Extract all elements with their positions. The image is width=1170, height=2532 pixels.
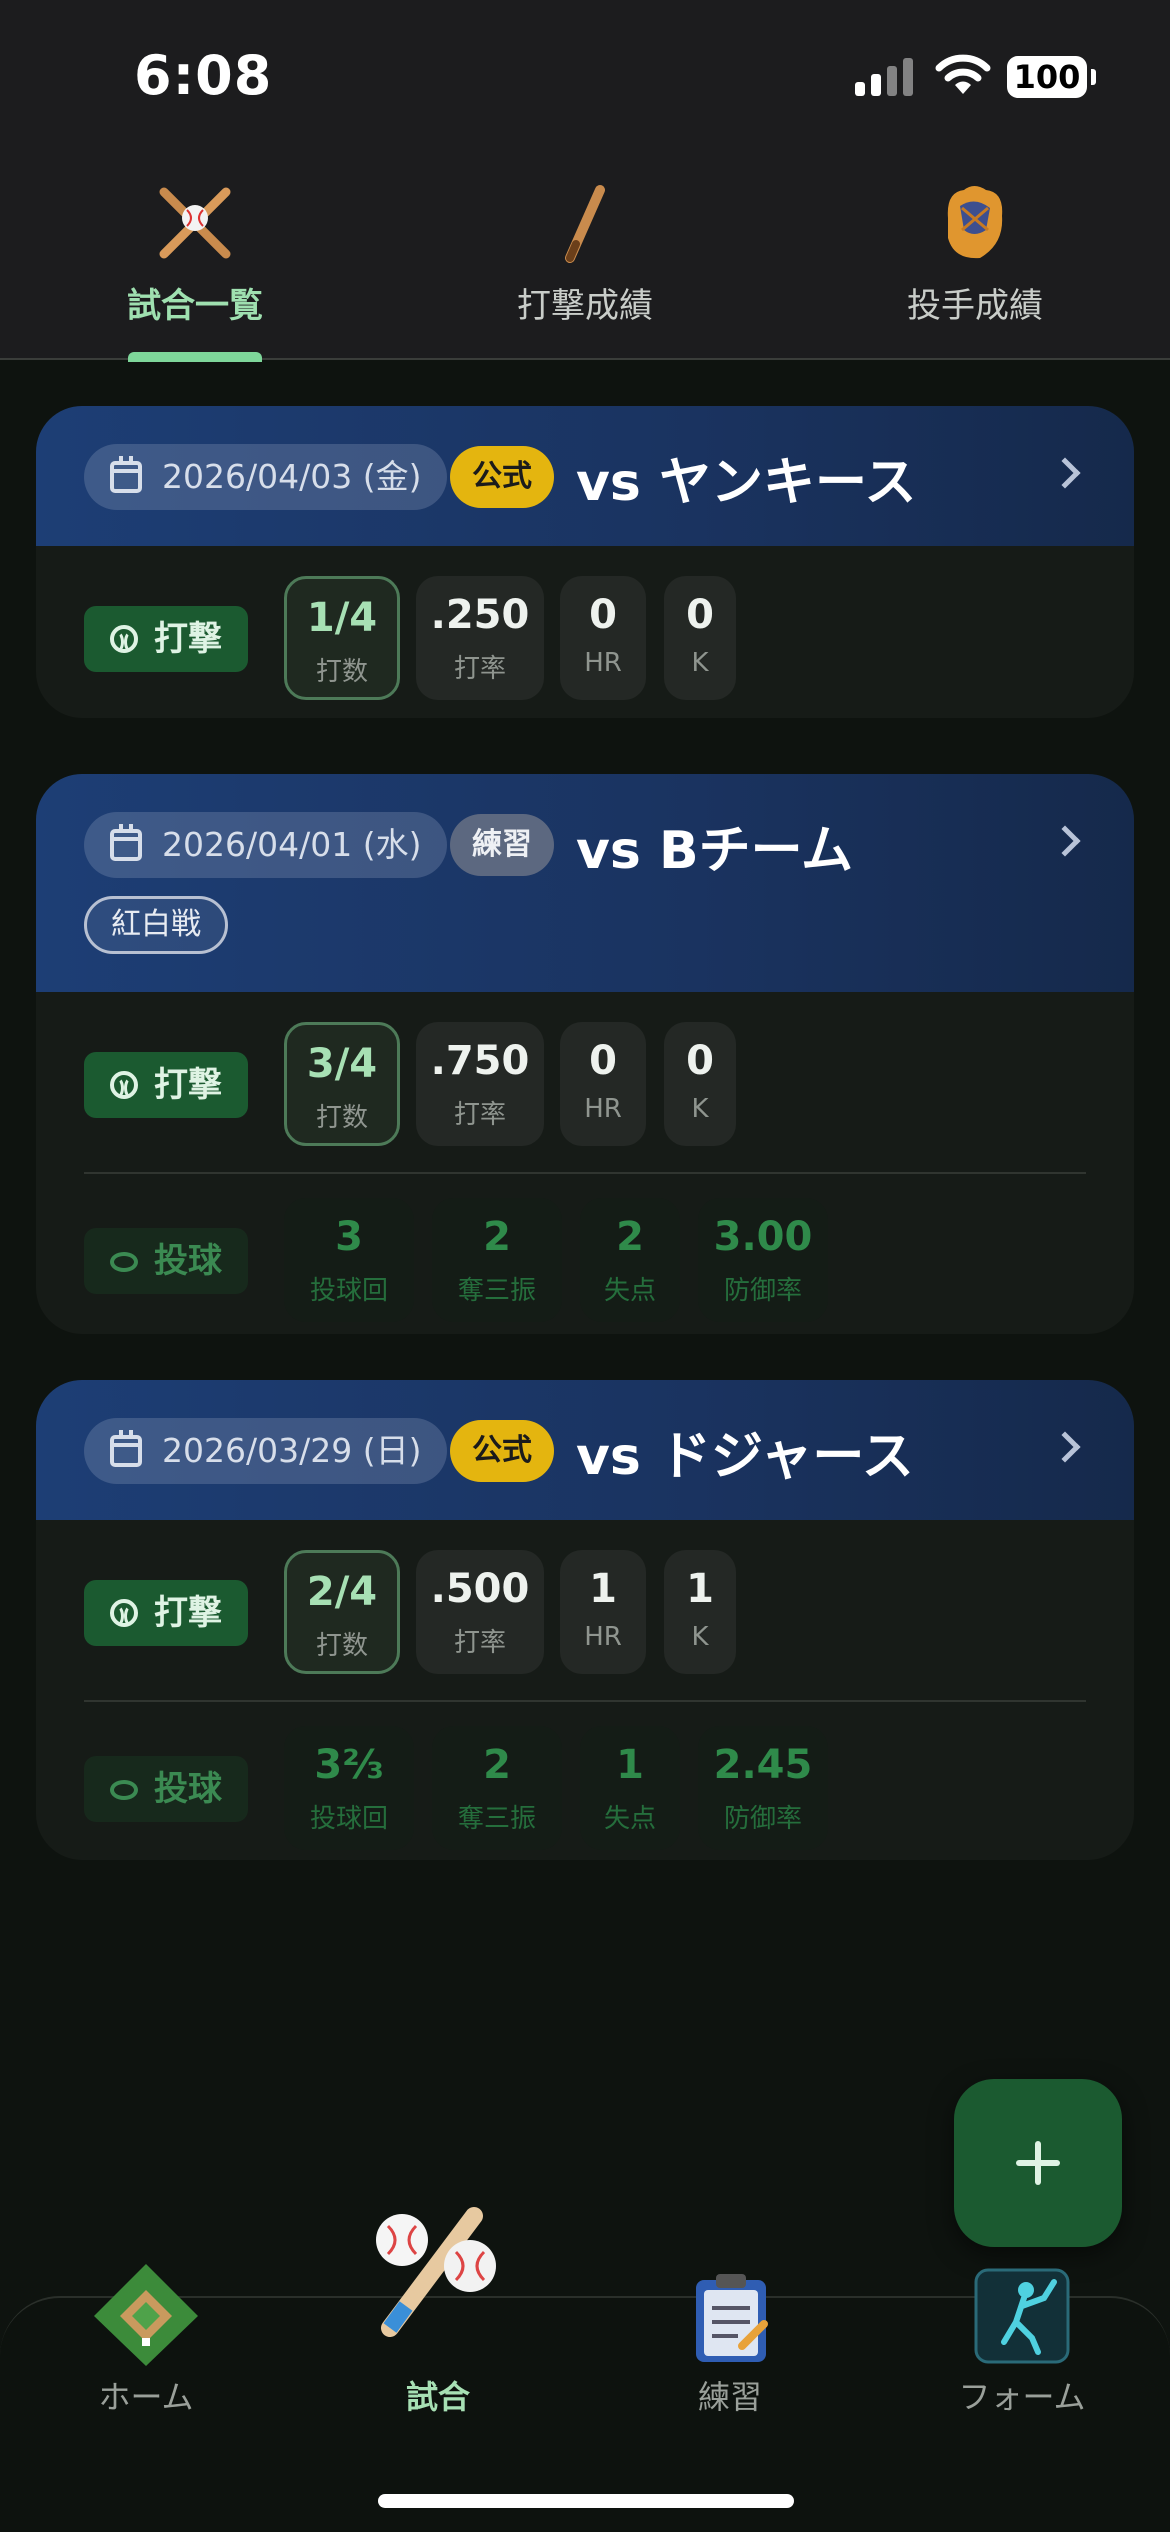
baseball-icon: [110, 1071, 138, 1099]
opponent-name: vs ヤンキース: [576, 453, 917, 513]
nav-label: フォーム: [958, 2378, 1086, 2416]
stat-at-bats: 3/4 打数: [284, 1022, 400, 1146]
game-tag: 紅白戦: [84, 896, 228, 954]
stat-k: 0K: [664, 576, 736, 700]
opponent-name: vs Bチーム: [576, 821, 854, 881]
baseball-icon: [110, 1599, 138, 1627]
glove-icon: [947, 186, 1003, 259]
tab-label: 打撃成績: [517, 286, 653, 326]
game-card[interactable]: 2026/03/29 (日) 公式 vs ドジャース 打撃 2/4 打数 .500…: [36, 1380, 1134, 1860]
stat-runs: 2 失点: [580, 1198, 680, 1322]
clipboard-icon: [696, 2274, 768, 2362]
game-card[interactable]: 2026/04/03 (金) 公式 vs ヤンキース 打撃 1/4 打数 .250…: [36, 406, 1134, 718]
calendar-icon: [110, 824, 142, 861]
game-card[interactable]: 2026/04/01 (水) 練習 vs Bチーム 紅白戦 打撃 3/4 打数 .…: [36, 774, 1134, 1334]
tab-label: 試合一覧: [127, 286, 263, 326]
stat-k: 1K: [664, 1550, 736, 1674]
home-indicator: [378, 2494, 794, 2508]
batting-badge: 打撃: [84, 606, 248, 672]
batting-stats-row: 打撃 3/4 打数 .750 打率 0 HR 0K: [36, 1022, 1134, 1146]
game-type-badge: 公式: [450, 1420, 554, 1482]
battery-icon: 100: [1007, 56, 1096, 98]
bat-and-balls-icon: [376, 2207, 496, 2337]
pitching-badge: 投球: [84, 1228, 248, 1294]
pitching-badge: 投球: [84, 1756, 248, 1822]
stat-era: 3.00 防御率: [698, 1198, 828, 1322]
stat-runs: 1 失点: [580, 1726, 680, 1850]
game-card-header[interactable]: 2026/03/29 (日) 公式 vs ドジャース: [36, 1380, 1134, 1520]
active-tab-indicator: [128, 352, 262, 362]
baseball-field-icon: [94, 2264, 198, 2366]
calendar-icon: [110, 1430, 142, 1467]
stat-hr: 1 HR: [560, 1550, 646, 1674]
batter-form-icon: [974, 2268, 1070, 2364]
game-date: 2026/03/29 (日): [84, 1418, 448, 1484]
divider: [84, 1700, 1086, 1702]
stat-at-bats: 2/4 打数: [284, 1550, 400, 1674]
game-card-header[interactable]: 2026/04/01 (水) 練習 vs Bチーム 紅白戦: [36, 774, 1134, 992]
signal-icon: [855, 58, 915, 96]
wifi-icon: [935, 54, 991, 94]
status-time: 6:08: [134, 44, 273, 107]
game-type-badge: 公式: [450, 446, 554, 508]
pitch-icon: [110, 1252, 138, 1272]
baseball-icon: [110, 625, 138, 653]
crossed-bats-icon: [159, 187, 231, 259]
stat-hr: 0 HR: [560, 1022, 646, 1146]
batting-badge: 打撃: [84, 1052, 248, 1118]
stat-innings: 3⅔ 投球回: [284, 1726, 414, 1850]
opponent-name: vs ドジャース: [576, 1427, 914, 1487]
divider: [84, 1172, 1086, 1174]
batting-badge: 打撃: [84, 1580, 248, 1646]
stat-avg: .500 打率: [416, 1550, 544, 1674]
game-type-badge: 練習: [450, 814, 554, 876]
pitch-icon: [110, 1780, 138, 1800]
stat-at-bats: 1/4 打数: [284, 576, 400, 700]
bat-icon: [565, 185, 605, 263]
stat-innings: 3 投球回: [284, 1198, 414, 1322]
tab-label: 投手成績: [907, 286, 1043, 326]
pitching-stats-row: 投球 3⅔ 投球回 2 奪三振 1 失点 2.45 防御率: [36, 1726, 1134, 1850]
game-card-header[interactable]: 2026/04/03 (金) 公式 vs ヤンキース: [36, 406, 1134, 546]
stat-hr: 0 HR: [560, 576, 646, 700]
stat-avg: .250 打率: [416, 576, 544, 700]
pitching-stats-row: 投球 3 投球回 2 奪三振 2 失点 3.00 防御率: [36, 1198, 1134, 1322]
batting-stats-row: 打撃 2/4 打数 .500 打率 1 HR 1K: [36, 1550, 1134, 1674]
stat-k: 0K: [664, 1022, 736, 1146]
batting-stats-row: 打撃 1/4 打数 .250 打率 0 HR 0K: [36, 576, 1134, 700]
stat-strikeouts: 2 奪三振: [432, 1198, 562, 1322]
stat-era: 2.45 防御率: [698, 1726, 828, 1850]
nav-label: 試合: [405, 2378, 470, 2416]
tab-pitching-stats[interactable]: 投手成績: [780, 150, 1170, 360]
add-game-button[interactable]: [954, 2079, 1122, 2247]
top-tab-bar: 試合一覧 打撃成績 投手成績: [0, 150, 1170, 362]
game-date: 2026/04/03 (金): [84, 444, 448, 510]
tab-game-list[interactable]: 試合一覧: [0, 150, 390, 362]
tab-batting-stats[interactable]: 打撃成績: [390, 150, 780, 360]
nav-label: 練習: [697, 2378, 762, 2416]
nav-game[interactable]: 試合: [292, 2207, 584, 2498]
stat-avg: .750 打率: [416, 1022, 544, 1146]
status-bar: 6:08 100: [0, 0, 1170, 150]
nav-form[interactable]: フォーム: [876, 2268, 1168, 2498]
chevron-right-icon[interactable]: [1049, 457, 1081, 489]
chevron-right-icon[interactable]: [1049, 1431, 1081, 1463]
calendar-icon: [110, 456, 142, 493]
stat-strikeouts: 2 奪三振: [432, 1726, 562, 1850]
game-date: 2026/04/01 (水): [84, 812, 448, 878]
chevron-right-icon[interactable]: [1049, 825, 1081, 857]
nav-label: ホーム: [98, 2378, 194, 2416]
nav-practice[interactable]: 練習: [584, 2274, 876, 2498]
nav-home[interactable]: ホーム: [0, 2264, 292, 2498]
